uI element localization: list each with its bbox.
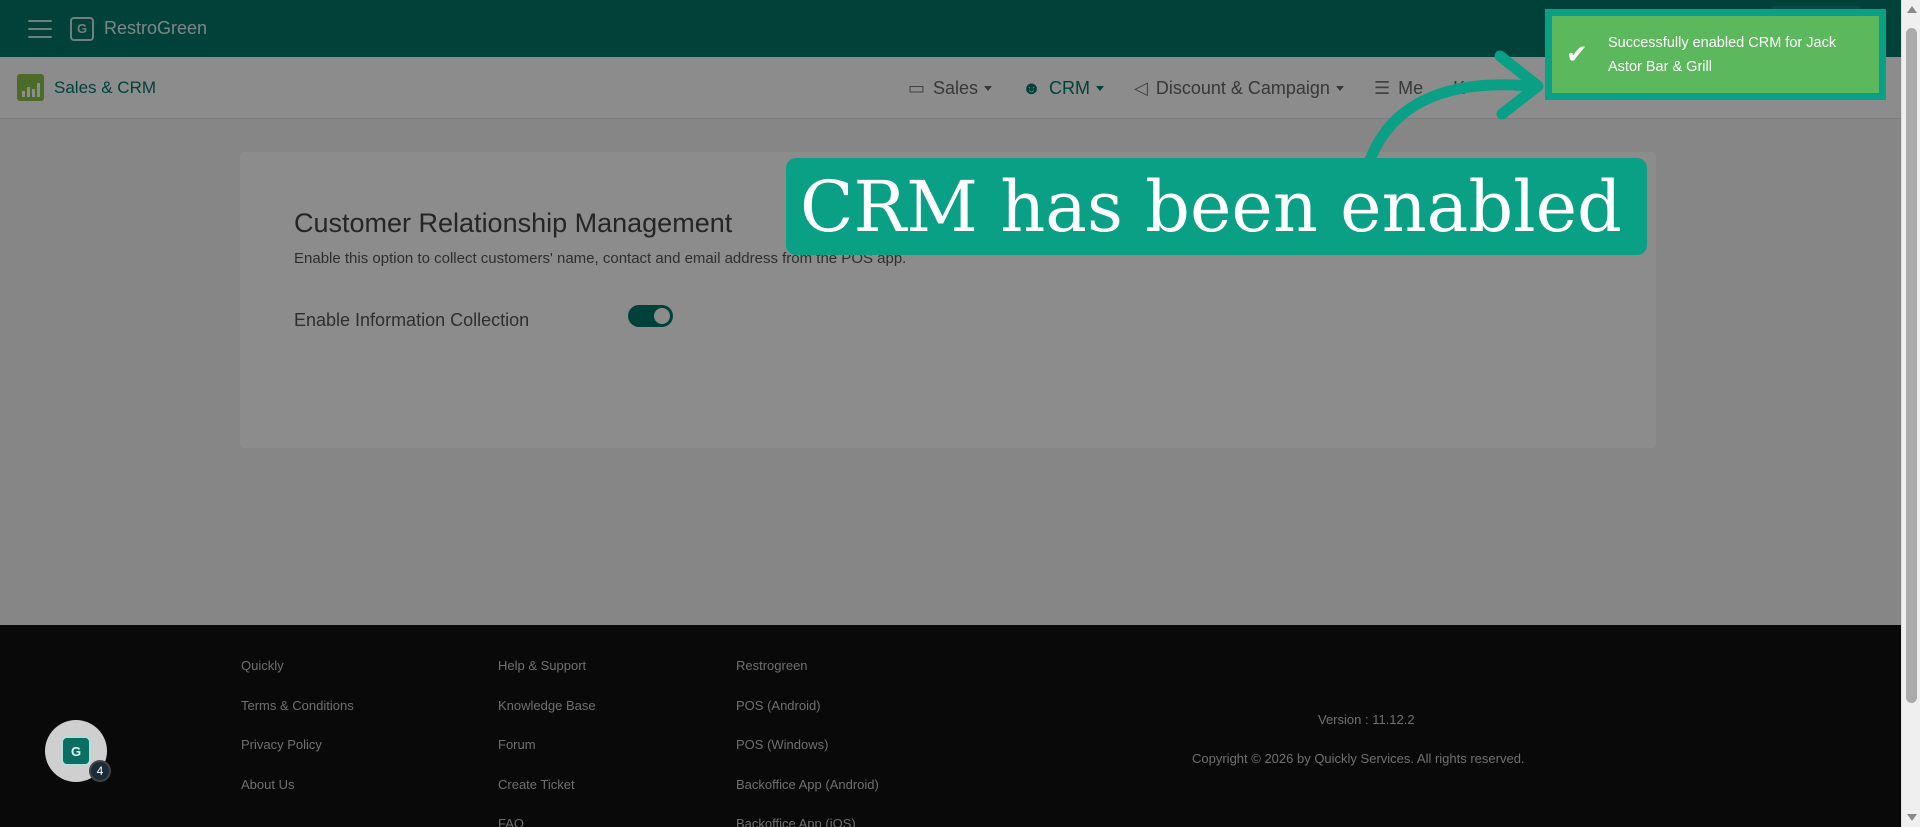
success-toast[interactable]: ✔ Successfully enabled CRM for Jack Asto… [1552,16,1879,93]
check-icon: ✔ [1566,39,1588,69]
scroll-up-icon[interactable] [1907,6,1917,13]
chat-logo-icon: G [61,736,91,766]
toast-highlight-frame: ✔ Successfully enabled CRM for Jack Asto… [1545,9,1886,100]
page-scrollbar[interactable] [1901,0,1920,827]
scroll-down-icon[interactable] [1907,814,1917,821]
callout-text: CRM has been enabled [800,165,1622,248]
toast-message: Successfully enabled CRM for Jack Astor … [1608,34,1837,75]
callout-arrow-icon [1364,50,1544,166]
chat-launcher-button[interactable]: G 4 [45,720,111,782]
callout-banner: CRM has been enabled [786,158,1647,255]
dim-overlay [0,0,1901,827]
scroll-thumb[interactable] [1906,28,1917,703]
chat-unread-badge: 4 [89,760,111,782]
